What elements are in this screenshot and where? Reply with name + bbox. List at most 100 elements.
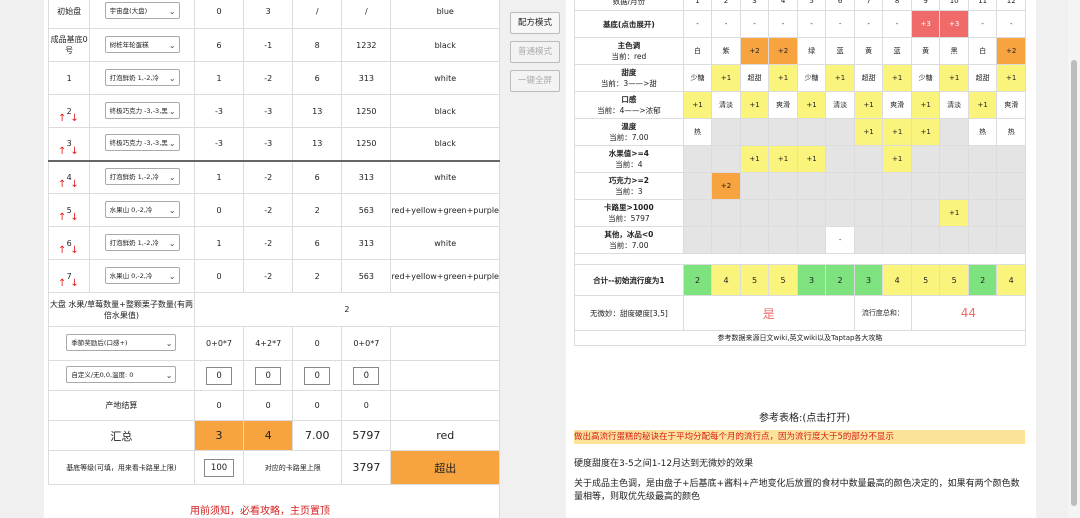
- score-row: 水果值>=4 当前：4 +1 +1 +1 +1: [574, 145, 1026, 173]
- month-cell: +1: [853, 118, 884, 146]
- ingredient-value: -3: [243, 127, 294, 161]
- score-row-label: 基底(点击展开): [574, 10, 684, 38]
- ingredient-select[interactable]: 水果山 0,-2,冷 ⌄: [104, 200, 180, 218]
- month-cell: 超甜: [853, 64, 884, 92]
- ingredient-select-cell: 终极巧克力 -3,-3,黑 ⌄: [89, 94, 195, 128]
- season-value: 4+2*7: [243, 326, 294, 361]
- normal-mode-button[interactable]: 普通模式: [510, 41, 560, 63]
- ingredient-select[interactable]: 打泡鲜奶 1,-2,冷 ⌄: [104, 167, 180, 185]
- score-row: 其他，冰品<0 当前：7.00 -: [574, 226, 1026, 254]
- ingredient-select[interactable]: 终极巧克力 -3,-3,黑 ⌄: [104, 134, 180, 152]
- month-cell: +2: [739, 37, 770, 65]
- month-cell: -: [711, 10, 741, 38]
- ingredient-value: 313: [341, 159, 392, 194]
- ingredient-value: 6: [292, 226, 343, 260]
- base-input-cell: 100: [193, 450, 245, 485]
- month-cell: [739, 118, 770, 146]
- ingredient-select[interactable]: 宇宙盘(大盘) ⌄: [104, 2, 180, 19]
- tip-highlight: 做出高流行蛋糕的秘诀在于平均分配每个月的流行点，因为流行度大于5的部分不显示: [574, 430, 1025, 444]
- select-value: 宇宙盘(大盘): [109, 7, 148, 15]
- fullscreen-button[interactable]: 一键全屏: [510, 70, 560, 92]
- ingredient-color: white: [390, 61, 500, 95]
- month-cell: [967, 172, 998, 200]
- score-row-title: 甜度: [621, 68, 637, 77]
- month-cell: +1: [939, 64, 969, 92]
- ingredient-color: white: [390, 226, 500, 260]
- season-value: 0: [292, 326, 343, 361]
- ingredient-select[interactable]: 打泡鲜奶 1,-2,冷 ⌄: [104, 68, 180, 86]
- season-row: 季節奖励后(口感+) ⌄ 0+0*7 4+2*7 0 0+0*7: [48, 326, 500, 361]
- custom-select-cell: 自定义/无0,0,温度: 0 ⌄: [48, 360, 195, 391]
- scrollbar-thumb[interactable]: [1071, 60, 1077, 506]
- month-cell: 热: [996, 118, 1026, 146]
- month-cell: 爽滑: [882, 91, 912, 119]
- month-cell: +2: [711, 172, 741, 200]
- month-cell: [882, 172, 912, 200]
- month-cell: -: [996, 10, 1026, 38]
- ingredient-value: -3: [193, 94, 245, 128]
- month-cell: [682, 199, 713, 227]
- month-header: 7: [853, 0, 884, 11]
- ingredient-value: 2: [292, 193, 343, 227]
- score-row-label: 主色调 当前：red: [574, 37, 684, 65]
- chevron-down-icon: ⌄: [165, 339, 173, 348]
- ingredient-select[interactable]: 树桩年轮蛋糕 ⌄: [104, 35, 180, 53]
- ingredient-select[interactable]: 水果山 0,-2,冷 ⌄: [104, 266, 180, 284]
- swap-arrows-icon[interactable]: ↑↓: [58, 245, 83, 256]
- custom-input-cell: 0: [243, 360, 294, 391]
- reference-table-link[interactable]: 参考表格:(点击打开): [759, 409, 850, 424]
- ingredient-value: 13: [292, 127, 343, 161]
- swap-arrows-icon[interactable]: ↑↓: [58, 179, 83, 190]
- ingredient-select[interactable]: 打泡鲜奶 1,-2,冷 ⌄: [104, 233, 180, 251]
- custom-input-cell: 0: [292, 360, 343, 391]
- ingredient-value: 563: [341, 259, 392, 293]
- custom-input[interactable]: 0: [304, 366, 331, 385]
- ingredient-color: black: [390, 94, 500, 128]
- ingredient-value: -2: [243, 226, 294, 260]
- page-scrollbar[interactable]: [1068, 0, 1080, 518]
- origin-value: 0: [243, 390, 294, 421]
- row-number: 1: [47, 61, 91, 95]
- fruit-row: 大盘 水果/草莓数量+整颗栗子数量(有两倍水果值) 2: [48, 292, 501, 327]
- swap-arrows-icon[interactable]: ↑↓: [58, 212, 83, 223]
- select-value: 树桩年轮蛋糕: [109, 40, 149, 49]
- custom-input[interactable]: 0: [353, 366, 380, 385]
- ingredient-value: -2: [243, 259, 294, 293]
- base-label: 基底等级(可填，用来看卡路里上限): [48, 450, 195, 485]
- month-header: 6: [825, 0, 855, 11]
- custom-input[interactable]: 0: [206, 366, 233, 385]
- swap-arrows-icon[interactable]: ↑↓: [58, 278, 83, 289]
- custom-select[interactable]: 自定义/无0,0,温度: 0 ⌄: [66, 366, 177, 383]
- month-cell: +1: [796, 91, 827, 119]
- recipe-mode-button[interactable]: 配方模式: [510, 12, 560, 34]
- ingredient-value: -2: [243, 159, 294, 194]
- select-value: 季節奖励后(口感+): [71, 339, 128, 347]
- month-header: 3: [739, 0, 770, 11]
- season-select[interactable]: 季節奖励后(口感+) ⌄: [66, 334, 177, 351]
- base-level-input[interactable]: 100: [204, 458, 235, 477]
- ingredient-value: 3: [243, 0, 294, 29]
- month-cell: +1: [939, 199, 969, 227]
- swap-arrows-icon[interactable]: ↑↓: [58, 146, 83, 157]
- swap-arrows-icon[interactable]: ↑↓: [58, 113, 83, 124]
- ingredient-value: /: [341, 0, 392, 29]
- wuwei-label: 无微妙：甜度硬度[3,5]: [574, 295, 684, 331]
- score-row-title: 卡路里>1000: [604, 203, 654, 212]
- score-row[interactable]: 基底(点击展开) - - - - - - - - +3 +3- -: [574, 10, 1026, 38]
- month-cell: [768, 118, 798, 146]
- month-cell: 清淡: [825, 91, 855, 119]
- ingredient-value: 8: [292, 28, 343, 62]
- ingredient-select[interactable]: 终极巧克力 -3,-3,黑 ⌄: [104, 101, 180, 119]
- chevron-down-icon: ⌄: [168, 7, 176, 16]
- footer-note[interactable]: 用前须知，必看攻略，主页置顶: [190, 502, 330, 517]
- month-cell: +1: [882, 118, 912, 146]
- score-row-label: 温度 当前：7.00: [574, 118, 684, 146]
- month-cell: 黄: [853, 37, 884, 65]
- sum-row: 合计--初始流行度为1 2 4 5 5 3 2 3 4 5 5 2 4: [574, 264, 1026, 296]
- month-cell: +2: [768, 37, 798, 65]
- month-cell: +1: [739, 91, 770, 119]
- month-cell: 爽滑: [768, 91, 798, 119]
- score-row-label: 口感 当前：4——>浓郁: [574, 91, 684, 119]
- chevron-down-icon: ⌄: [168, 271, 176, 281]
- custom-input[interactable]: 0: [255, 366, 282, 385]
